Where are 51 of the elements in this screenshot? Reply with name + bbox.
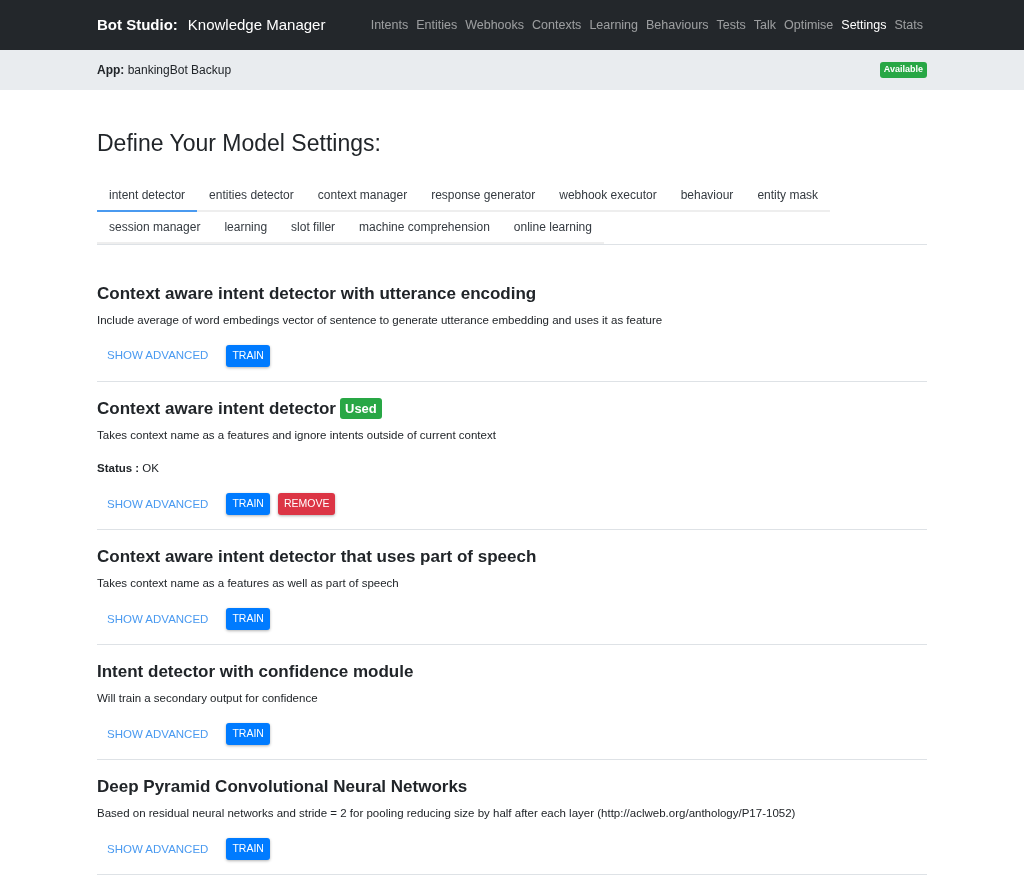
nav-link[interactable]: Optimise [780, 15, 838, 35]
nav-link[interactable]: Settings [837, 15, 891, 35]
model-description: Include average of word embedings vector of sentence to generate utterance embedding and uses it as feature [97, 313, 664, 329]
tab[interactable]: entity mask [745, 179, 831, 212]
tab[interactable]: slot filler [279, 211, 348, 244]
nav-link[interactable]: Contexts [528, 15, 586, 35]
nav-link[interactable]: Tests [712, 15, 750, 35]
train-button[interactable]: TRAIN [226, 838, 270, 861]
train-button[interactable]: TRAIN [226, 723, 270, 746]
model-description: Based on residual neural networks and stride = 2 for pooling reducing size by half after each layer (http://aclweb.org/anthology/P17-1052) [97, 806, 797, 822]
show-advanced-link[interactable]: SHOW ADVANCED [97, 721, 219, 747]
tab[interactable]: machine comprehension [347, 211, 502, 244]
nav-link[interactable]: Stats [890, 15, 927, 35]
model-title: Context aware intent detector [97, 397, 336, 420]
remove-button[interactable]: REMOVE [277, 493, 336, 516]
tab[interactable]: response generator [419, 179, 548, 212]
train-button[interactable]: TRAIN [226, 345, 270, 367]
tab[interactable]: learning [212, 211, 280, 244]
nav-link[interactable]: Intents [366, 15, 413, 35]
nav-link[interactable]: Entities [412, 15, 462, 35]
model-title: Context aware intent detector with utterance encoding [97, 282, 537, 305]
model-description: Takes context name as a features as well as part of speech [97, 576, 400, 592]
model-title: Deep Pyramid Convolutional Neural Networks [97, 775, 468, 798]
model-title: Context aware intent detector that uses part of speech [97, 545, 537, 568]
nav-link[interactable]: Webhooks [461, 15, 529, 35]
show-advanced-link[interactable]: SHOW ADVANCED [97, 836, 219, 862]
brand-title: Bot Studio: [97, 14, 178, 35]
nav-link[interactable]: Behaviours [642, 15, 713, 35]
status-text: Status : OK [97, 461, 160, 477]
train-button[interactable]: TRAIN [226, 493, 270, 516]
tab[interactable]: entities detector [197, 179, 306, 212]
tab[interactable]: webhook executor [547, 179, 669, 212]
show-advanced-link[interactable]: SHOW ADVANCED [97, 343, 219, 369]
page-heading: Define Your Model Settings: [97, 130, 382, 158]
show-advanced-link[interactable]: SHOW ADVANCED [97, 491, 219, 517]
used-badge: Used [340, 397, 382, 420]
train-button[interactable]: TRAIN [226, 608, 270, 631]
app-name: App: bankingBot Backup [97, 62, 232, 79]
tab[interactable]: intent detector [97, 179, 198, 212]
tab[interactable]: session manager [97, 211, 213, 244]
app-subtitle: Knowledge Manager [187, 14, 326, 35]
show-advanced-link[interactable]: SHOW ADVANCED [97, 606, 219, 632]
status-badge: Available [879, 62, 927, 78]
model-description: Will train a secondary output for confidence [97, 691, 319, 707]
model-title: Intent detector with confidence module [97, 660, 414, 683]
tab[interactable]: online learning [501, 211, 604, 244]
tab[interactable]: context manager [305, 179, 420, 212]
nav-link[interactable]: Learning [585, 15, 643, 35]
model-description: Takes context name as a features and ignore intents outside of current context [97, 428, 497, 444]
tab[interactable]: behaviour [668, 179, 746, 212]
nav-link[interactable]: Talk [749, 15, 780, 35]
